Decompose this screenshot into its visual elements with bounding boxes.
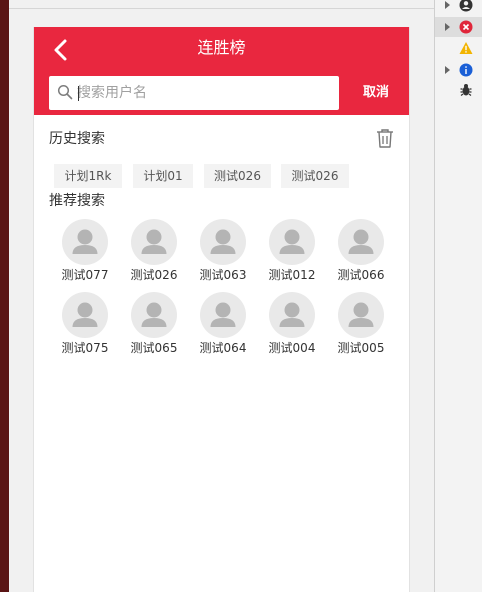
avatar <box>62 292 108 338</box>
recommend-user[interactable]: 测试063 <box>193 219 253 289</box>
user-name: 测试065 <box>130 341 178 355</box>
recommend-user[interactable]: 测试065 <box>124 292 184 362</box>
recommend-title: 推荐搜索 <box>49 193 105 209</box>
avatar <box>269 219 315 265</box>
recommend-user[interactable]: 测试026 <box>124 219 184 289</box>
user-name: 测试063 <box>199 268 247 282</box>
recommend-user[interactable]: 测试012 <box>262 219 322 289</box>
user-name: 测试005 <box>337 341 385 355</box>
avatar <box>338 219 384 265</box>
default-avatar-icon <box>141 302 167 327</box>
bug-icon <box>460 84 472 96</box>
default-avatar-icon <box>348 302 374 327</box>
recommend-user[interactable]: 测试075 <box>55 292 115 362</box>
expand-triangle-icon <box>445 23 450 31</box>
avatar <box>200 219 246 265</box>
expand-triangle-icon <box>445 66 450 74</box>
window-edge <box>0 0 9 592</box>
mobile-page: 连胜榜 取消 历史搜索 计划1Rk 计划01 测试026 测试026 推荐搜索 … <box>33 27 410 592</box>
expand-triangle-icon <box>445 1 450 9</box>
page-title: 连胜榜 <box>197 38 246 57</box>
user-name: 测试077 <box>61 268 109 282</box>
default-avatar-icon <box>72 302 98 327</box>
history-tag[interactable]: 测试026 <box>204 164 271 188</box>
default-avatar-icon <box>279 229 305 254</box>
default-avatar-icon <box>210 229 236 254</box>
default-avatar-icon <box>141 229 167 254</box>
info-icon <box>459 63 473 77</box>
history-tag[interactable]: 计划1Rk <box>54 164 122 188</box>
user-name: 测试026 <box>130 268 178 282</box>
warning-icon <box>459 42 473 54</box>
clear-history-button[interactable] <box>374 127 396 149</box>
devtools-row-warnings[interactable] <box>435 38 482 58</box>
history-tag[interactable]: 计划01 <box>133 164 193 188</box>
search-icon <box>57 84 73 100</box>
search-input[interactable] <box>77 81 332 105</box>
app-header: 连胜榜 取消 <box>34 27 409 115</box>
recommend-user[interactable]: 测试005 <box>331 292 391 362</box>
user-name: 测试004 <box>268 341 316 355</box>
default-avatar-icon <box>72 229 98 254</box>
user-icon <box>459 0 473 12</box>
devtools-row-info[interactable] <box>435 60 482 80</box>
user-name: 测试066 <box>337 268 385 282</box>
avatar <box>338 292 384 338</box>
recommend-user[interactable]: 测试077 <box>55 219 115 289</box>
default-avatar-icon <box>348 229 374 254</box>
devtools-row[interactable] <box>435 0 482 15</box>
avatar <box>131 219 177 265</box>
error-icon <box>459 20 473 34</box>
history-tag[interactable]: 测试026 <box>281 164 349 188</box>
user-name: 测试075 <box>61 341 109 355</box>
history-tags: 计划1Rk 计划01 测试026 测试026 <box>54 164 394 188</box>
avatar <box>269 292 315 338</box>
devtools-panel <box>434 0 482 592</box>
recommend-user[interactable]: 测试004 <box>262 292 322 362</box>
avatar <box>131 292 177 338</box>
user-name: 测试012 <box>268 268 316 282</box>
devtools-row-errors[interactable] <box>435 17 482 37</box>
devtools-row-verbose[interactable] <box>435 80 482 100</box>
history-title: 历史搜索 <box>49 131 105 147</box>
divider <box>9 8 434 9</box>
trash-icon <box>377 129 393 148</box>
user-name: 测试064 <box>199 341 247 355</box>
avatar <box>200 292 246 338</box>
recommend-user[interactable]: 测试064 <box>193 292 253 362</box>
default-avatar-icon <box>279 302 305 327</box>
search-box[interactable] <box>49 76 339 110</box>
avatar <box>62 219 108 265</box>
text-caret <box>78 86 79 101</box>
cancel-button[interactable]: 取消 <box>356 83 396 103</box>
recommend-user[interactable]: 测试066 <box>331 219 391 289</box>
default-avatar-icon <box>210 302 236 327</box>
